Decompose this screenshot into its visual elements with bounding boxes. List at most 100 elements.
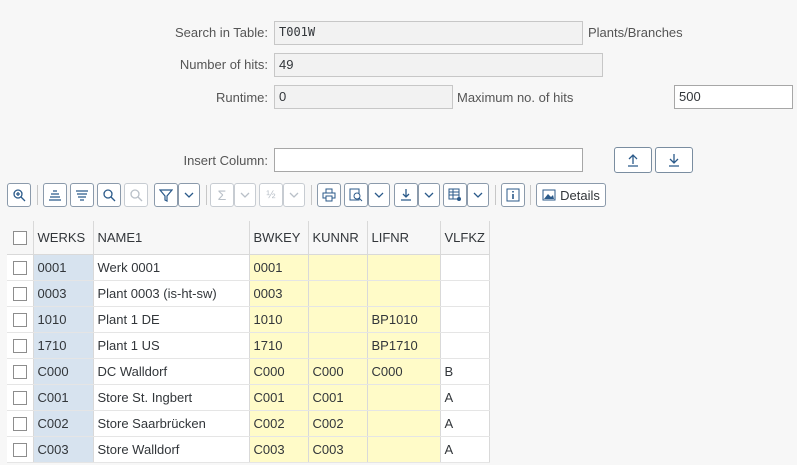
sort-ascending-button[interactable] — [43, 183, 67, 207]
row-selector[interactable] — [7, 436, 34, 463]
row-selector[interactable] — [7, 410, 34, 437]
cell-bwkey[interactable]: C003 — [249, 436, 309, 463]
find-next-button[interactable] — [124, 183, 148, 207]
cell-kunnr[interactable]: C002 — [308, 410, 368, 437]
subtotal-button[interactable]: ½ — [259, 183, 283, 207]
print-button[interactable] — [317, 183, 341, 207]
cell-kunnr[interactable] — [308, 332, 368, 359]
select-all-cell[interactable] — [7, 221, 34, 255]
row-checkbox[interactable] — [12, 416, 27, 431]
cell-kunnr[interactable]: C001 — [308, 384, 368, 411]
row-selector[interactable] — [7, 358, 34, 385]
cell-bwkey[interactable]: 0003 — [249, 280, 309, 307]
table-row[interactable]: 0001 Werk 0001 0001 — [7, 254, 490, 281]
cell-name1[interactable]: Plant 1 US — [93, 332, 250, 359]
cell-kunnr[interactable] — [308, 306, 368, 333]
info-button[interactable] — [501, 183, 525, 207]
row-checkbox[interactable] — [12, 338, 27, 353]
cell-vlfkz[interactable]: B — [440, 358, 490, 385]
row-checkbox[interactable] — [12, 442, 27, 457]
cell-vlfkz[interactable] — [440, 306, 490, 333]
column-header-lifnr[interactable]: LIFNR — [367, 221, 441, 255]
column-header-bwkey[interactable]: BWKEY — [249, 221, 309, 255]
sort-descending-button[interactable] — [70, 183, 94, 207]
export-dropdown-button[interactable] — [418, 183, 440, 207]
cell-kunnr[interactable]: C003 — [308, 436, 368, 463]
row-checkbox[interactable] — [12, 286, 27, 301]
cell-bwkey[interactable]: 1710 — [249, 332, 309, 359]
cell-name1[interactable]: Werk 0001 — [93, 254, 250, 281]
table-row[interactable]: 0003 Plant 0003 (is-ht-sw) 0003 — [7, 280, 490, 307]
cell-name1[interactable]: Store Walldorf — [93, 436, 250, 463]
cell-name1[interactable]: Store Saarbrücken — [93, 410, 250, 437]
cell-lifnr[interactable]: BP1710 — [367, 332, 441, 359]
row-selector[interactable] — [7, 280, 34, 307]
table-row[interactable]: C000 DC Walldorf C000 C000 C000 B — [7, 358, 490, 385]
cell-vlfkz[interactable]: A — [440, 410, 490, 437]
subtotal-dropdown-button[interactable] — [283, 183, 305, 207]
find-button[interactable] — [97, 183, 121, 207]
row-selector[interactable] — [7, 332, 34, 359]
cell-kunnr[interactable] — [308, 280, 368, 307]
row-checkbox[interactable] — [12, 312, 27, 327]
zoom-button[interactable] — [7, 183, 31, 207]
cell-vlfkz[interactable]: A — [440, 384, 490, 411]
select-all-checkbox[interactable] — [12, 231, 27, 246]
table-row[interactable]: C003 Store Walldorf C003 C003 A — [7, 436, 490, 463]
layout-button[interactable] — [443, 183, 467, 207]
cell-bwkey[interactable]: C000 — [249, 358, 309, 385]
sum-dropdown-button[interactable] — [234, 183, 256, 207]
row-checkbox[interactable] — [12, 364, 27, 379]
cell-lifnr[interactable] — [367, 384, 441, 411]
export-button[interactable] — [394, 183, 418, 207]
cell-name1[interactable]: Plant 1 DE — [93, 306, 250, 333]
cell-name1[interactable]: Store St. Ingbert — [93, 384, 250, 411]
filter-button[interactable] — [154, 183, 178, 207]
cell-werks[interactable]: C003 — [33, 436, 94, 463]
move-down-button[interactable] — [655, 147, 693, 173]
cell-werks[interactable]: C001 — [33, 384, 94, 411]
cell-vlfkz[interactable] — [440, 280, 490, 307]
view-button[interactable] — [344, 183, 368, 207]
column-header-werks[interactable]: WERKS — [33, 221, 94, 255]
insert-column-input[interactable] — [274, 148, 583, 172]
cell-werks[interactable]: 1010 — [33, 306, 94, 333]
max-hits-input[interactable]: 500 — [674, 85, 793, 109]
cell-werks[interactable]: 1710 — [33, 332, 94, 359]
sum-button[interactable]: Σ — [210, 183, 234, 207]
cell-name1[interactable]: Plant 0003 (is-ht-sw) — [93, 280, 250, 307]
cell-werks[interactable]: C000 — [33, 358, 94, 385]
cell-lifnr[interactable] — [367, 436, 441, 463]
cell-vlfkz[interactable]: A — [440, 436, 490, 463]
move-up-button[interactable] — [614, 147, 652, 173]
cell-kunnr[interactable]: C000 — [308, 358, 368, 385]
cell-lifnr[interactable]: BP1010 — [367, 306, 441, 333]
row-checkbox[interactable] — [12, 390, 27, 405]
row-selector[interactable] — [7, 384, 34, 411]
cell-werks[interactable]: 0003 — [33, 280, 94, 307]
row-selector[interactable] — [7, 306, 34, 333]
cell-werks[interactable]: 0001 — [33, 254, 94, 281]
table-row[interactable]: C001 Store St. Ingbert C001 C001 A — [7, 384, 490, 411]
cell-werks[interactable]: C002 — [33, 410, 94, 437]
table-row[interactable]: C002 Store Saarbrücken C002 C002 A — [7, 410, 490, 437]
cell-vlfkz[interactable] — [440, 254, 490, 281]
cell-vlfkz[interactable] — [440, 332, 490, 359]
cell-lifnr[interactable] — [367, 254, 441, 281]
cell-name1[interactable]: DC Walldorf — [93, 358, 250, 385]
column-header-name1[interactable]: NAME1 — [93, 221, 250, 255]
cell-bwkey[interactable]: 1010 — [249, 306, 309, 333]
column-header-kunnr[interactable]: KUNNR — [308, 221, 368, 255]
cell-bwkey[interactable]: 0001 — [249, 254, 309, 281]
table-row[interactable]: 1010 Plant 1 DE 1010 BP1010 — [7, 306, 490, 333]
cell-lifnr[interactable] — [367, 410, 441, 437]
cell-lifnr[interactable]: C000 — [367, 358, 441, 385]
row-selector[interactable] — [7, 254, 34, 281]
table-row[interactable]: 1710 Plant 1 US 1710 BP1710 — [7, 332, 490, 359]
layout-dropdown-button[interactable] — [467, 183, 489, 207]
filter-dropdown-button[interactable] — [178, 183, 200, 207]
search-table-field[interactable]: T001W — [274, 21, 583, 45]
row-checkbox[interactable] — [12, 260, 27, 275]
cell-kunnr[interactable] — [308, 254, 368, 281]
column-header-vlfkz[interactable]: VLFKZ — [440, 221, 490, 255]
